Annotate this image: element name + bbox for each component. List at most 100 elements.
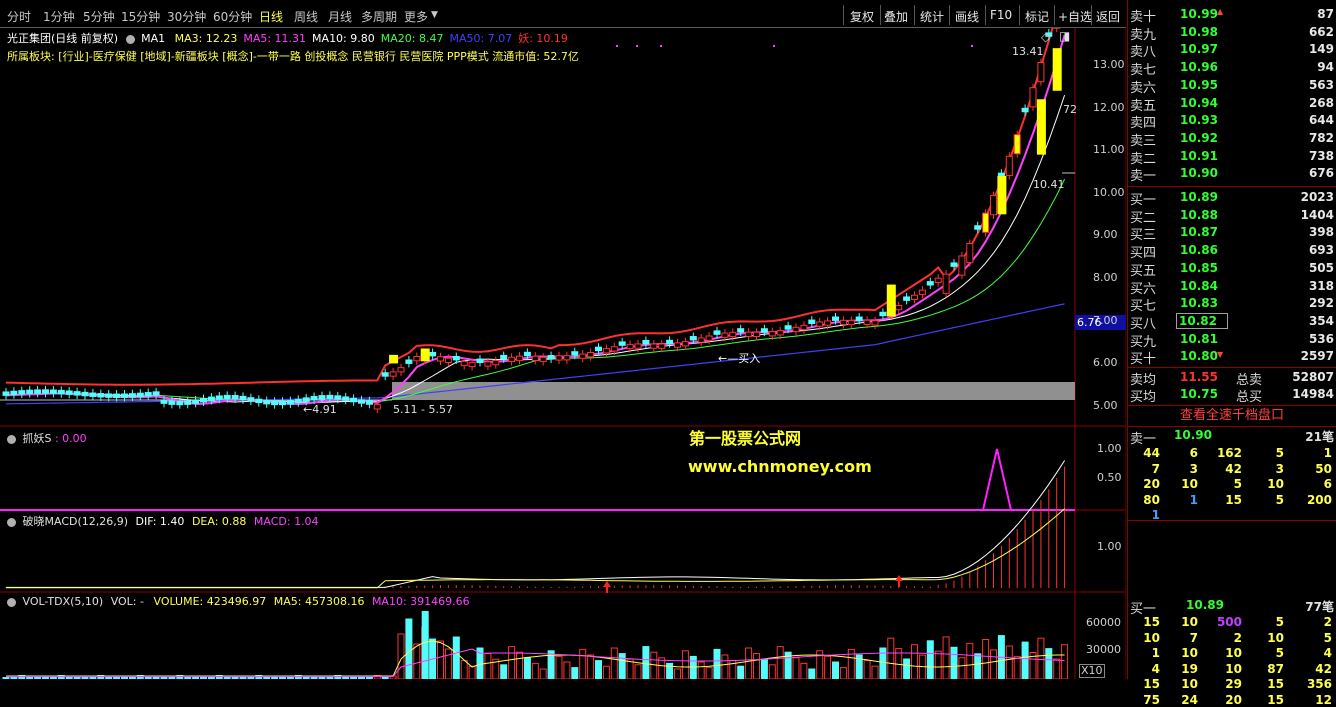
stock-terminal: 分时 1分钟 5分钟 15分钟 30分钟 60分钟 日线 周线 月线 多周期 更…	[0, 0, 1336, 679]
asks-row[interactable]: 卖四10.93644	[1128, 111, 1336, 128]
settings-icon[interactable]	[7, 518, 16, 527]
settings-icon[interactable]	[126, 35, 135, 44]
asks-volume: 782	[1309, 131, 1334, 145]
bids-row[interactable]: 买八10.82354	[1128, 312, 1336, 329]
candle-body	[359, 400, 365, 403]
restore-rights-button[interactable]: 复权	[850, 8, 874, 25]
period-tab-15min[interactable]: 15分钟	[121, 8, 160, 25]
asks-volume: 662	[1309, 25, 1334, 39]
settings-icon[interactable]	[7, 435, 16, 444]
bids-row[interactable]: 买五10.85505	[1128, 259, 1336, 276]
queue-cell: 15	[1210, 493, 1242, 507]
period-tab-monthly[interactable]: 月线	[328, 8, 352, 25]
bids-row[interactable]: 买一10.892023	[1128, 188, 1336, 205]
candle-body	[967, 244, 973, 263]
mark-button[interactable]: 标记	[1025, 8, 1049, 25]
bids-row[interactable]: 买四10.86693	[1128, 241, 1336, 258]
signal-candle	[389, 355, 398, 364]
ma-value-2: MA10: 9.80	[312, 32, 375, 45]
statistics-button[interactable]: 统计	[920, 8, 944, 25]
diamond-icon[interactable]: ◇	[1041, 30, 1050, 44]
asks-row[interactable]: 卖五10.94268	[1128, 94, 1336, 111]
period-tab-60min[interactable]: 60分钟	[213, 8, 252, 25]
candle-body	[319, 396, 325, 399]
volume-bar	[698, 662, 704, 679]
candle-body	[177, 401, 183, 404]
candle-body	[643, 340, 649, 343]
candle-body	[793, 327, 799, 331]
bids-price: 10.83	[1180, 296, 1218, 310]
macd-header: 破晓MACD(12,26,9) DIF: 1.40 DEA: 0.88 MACD…	[7, 513, 319, 529]
f10-button[interactable]: F10	[990, 8, 1012, 22]
draw-line-button[interactable]: 画线	[955, 8, 979, 25]
queue-cell: 1	[1128, 646, 1160, 660]
volume-bar	[959, 658, 965, 679]
ma-value-1: MA5: 11.31	[243, 32, 306, 45]
bids-price: 10.89	[1180, 190, 1218, 204]
settings-icon[interactable]	[7, 598, 16, 607]
period-tab-more[interactable]: 更多	[404, 8, 428, 25]
candle-body	[390, 372, 396, 376]
window-toggle-icon[interactable]: ◨	[1059, 29, 1070, 43]
add-favorite-button[interactable]: +自选	[1058, 8, 1092, 25]
back-button[interactable]: 返回	[1096, 8, 1120, 25]
mid-price-annotation: 10.41	[1033, 178, 1065, 191]
asks-row[interactable]: 卖十10.99▲87	[1128, 5, 1336, 22]
period-tab-1min[interactable]: 1分钟	[43, 8, 75, 25]
volume-bar	[793, 658, 799, 679]
asks-row[interactable]: 卖九10.98662	[1128, 23, 1336, 40]
more-dropdown-icon[interactable]: ▼	[431, 10, 438, 20]
candle-body	[722, 333, 728, 337]
volume-bar	[485, 654, 491, 679]
overlay-button[interactable]: 叠加	[884, 8, 908, 25]
asks-row[interactable]: 卖一10.90676	[1128, 164, 1336, 181]
signal-candle	[421, 348, 430, 361]
queue-cell: 356	[1296, 677, 1332, 691]
candle-body	[414, 357, 420, 361]
candle-body	[532, 356, 538, 360]
candle-body	[619, 342, 625, 345]
bids-row[interactable]: 买六10.84318	[1128, 277, 1336, 294]
low-price-annotation: ←4.91	[303, 403, 337, 416]
period-tab-30min[interactable]: 30分钟	[167, 8, 206, 25]
queue-cell: 7	[1166, 631, 1198, 645]
period-tab-fenshi[interactable]: 分时	[7, 8, 31, 25]
macd-up-arrow-icon	[895, 575, 903, 587]
period-tab-weekly[interactable]: 周线	[294, 8, 318, 25]
queue-cell: 6	[1296, 477, 1332, 491]
candle-body	[185, 401, 191, 404]
queue-cell: 4	[1296, 646, 1332, 660]
queue-cell: 42	[1296, 662, 1332, 676]
queue-cell: 2	[1296, 615, 1332, 629]
asks-row[interactable]: 卖三10.92782	[1128, 129, 1336, 146]
queue-cell: 12	[1296, 693, 1332, 707]
bids-volume: 318	[1309, 279, 1334, 293]
asks-row[interactable]: 卖八10.97149	[1128, 40, 1336, 57]
candle-body	[951, 263, 957, 266]
volume-bar	[840, 668, 846, 679]
asks-row[interactable]: 卖二10.91738	[1128, 147, 1336, 164]
volume-bar	[809, 669, 815, 679]
volume-value: VOLUME: 423496.97	[153, 595, 266, 608]
bids-row[interactable]: 买七10.83292	[1128, 294, 1336, 311]
candle-body	[675, 343, 681, 347]
vol-y-tick: 30000	[1086, 643, 1121, 656]
bids-row[interactable]: 买二10.881404	[1128, 206, 1336, 223]
asks-row[interactable]: 卖七10.9694	[1128, 58, 1336, 75]
queue-cell: 10	[1166, 615, 1198, 629]
bids-row[interactable]: 买三10.87398	[1128, 223, 1336, 240]
bids-row[interactable]: 买十10.80▼2597	[1128, 347, 1336, 364]
candle-body	[580, 354, 586, 358]
queue-cell: 5	[1252, 615, 1284, 629]
asks-row[interactable]: 卖六10.95563	[1128, 76, 1336, 93]
queue-cell: 29	[1210, 677, 1242, 691]
bids-row[interactable]: 买九10.81536	[1128, 330, 1336, 347]
candle-body	[864, 320, 870, 324]
period-tab-daily[interactable]: 日线	[259, 8, 283, 25]
volume-bar	[951, 647, 957, 679]
y-tick: 12.00	[1093, 101, 1125, 114]
queue-cell: 15	[1128, 677, 1160, 691]
full-depth-button[interactable]: 查看全速千档盘口	[1128, 405, 1336, 427]
period-tab-5min[interactable]: 5分钟	[83, 8, 115, 25]
period-tab-multi[interactable]: 多周期	[361, 8, 397, 25]
